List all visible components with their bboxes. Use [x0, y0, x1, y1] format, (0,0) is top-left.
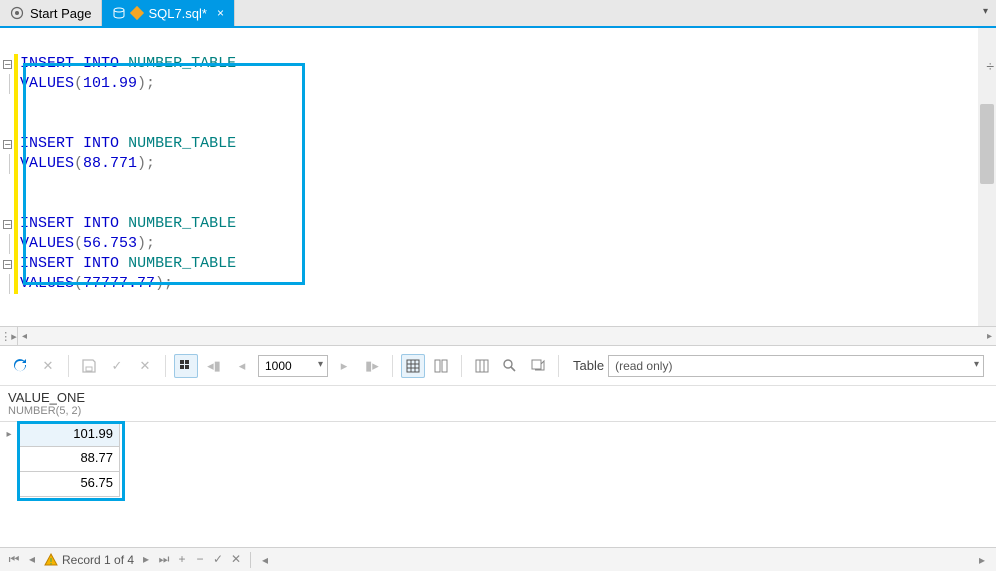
readonly-select[interactable]: (read only) [608, 355, 984, 377]
sql-identifier: NUMBER_TABLE [128, 255, 236, 272]
tab-label: SQL7.sql* [148, 6, 207, 21]
add-row-icon[interactable]: + [174, 552, 190, 567]
nav-first-icon[interactable]: ⏮ [6, 552, 22, 567]
tab-label: Start Page [30, 6, 91, 21]
scroll-left-icon[interactable]: ◂ [18, 331, 31, 342]
sql-number: 88.771 [83, 155, 137, 172]
view-form-button[interactable] [429, 354, 453, 378]
confirm-button[interactable]: ✓ [105, 354, 129, 378]
refresh-button[interactable] [8, 354, 32, 378]
table-row[interactable]: 56.75 [0, 472, 996, 497]
status-bar: ⏮ ◂ Record 1 of 4 ▸ ⏭ + − ✓ ✕ ◂ ▸ [0, 547, 996, 571]
nav-next-icon[interactable]: ▸ [138, 552, 154, 567]
find-button[interactable] [498, 354, 522, 378]
view-table-button[interactable] [401, 354, 425, 378]
sql-keyword: VALUES [20, 155, 74, 172]
nav-next-button[interactable]: ▸ [332, 354, 356, 378]
scrollbar-thumb[interactable] [980, 104, 994, 184]
results-grid[interactable]: VALUE_ONE NUMBER(5, 2) ▸ 101.99 88.77 56… [0, 386, 996, 526]
tab-start-page[interactable]: Start Page [0, 0, 102, 26]
sql-keyword: VALUES [20, 75, 74, 92]
sql-editor[interactable]: INSERT INTO NUMBER_TABLE VALUES(101.99);… [0, 28, 996, 326]
nav-last-button[interactable]: ▮▸ [360, 354, 384, 378]
table-row[interactable]: ▸ 101.99 [0, 422, 996, 447]
close-icon[interactable]: × [217, 6, 224, 20]
reject-button[interactable]: ✕ [133, 354, 157, 378]
sql-keyword: INSERT [20, 135, 74, 152]
row-limit-select[interactable]: 1000 [258, 355, 328, 377]
scroll-right-icon[interactable]: ▸ [983, 331, 996, 342]
sql-keyword: INSERT [20, 215, 74, 232]
sql-file-icon [112, 6, 126, 20]
commit-icon[interactable]: ✓ [210, 552, 226, 567]
nav-prev-icon[interactable]: ◂ [24, 552, 40, 567]
nav-last-icon[interactable]: ⏭ [156, 552, 172, 567]
sql-keyword: INSERT [20, 255, 74, 272]
warning-icon [44, 553, 58, 567]
vertical-scrollbar[interactable]: ÷ [978, 28, 996, 326]
export-button[interactable] [526, 354, 550, 378]
readonly-value: (read only) [615, 359, 672, 373]
record-position-label: Record 1 of 4 [62, 553, 134, 567]
split-icon[interactable]: ÷ [986, 58, 994, 74]
column-name: VALUE_ONE [8, 390, 988, 405]
row-limit-value: 1000 [265, 359, 292, 373]
sql-number: 77777.77 [83, 275, 155, 292]
results-toolbar: ✕ ✓ ✕ ◂▮ ◂ 1000 ▸ ▮▸ Table (read only) [0, 346, 996, 386]
grid-mode-button[interactable] [174, 354, 198, 378]
view-columns-button[interactable] [470, 354, 494, 378]
delete-row-icon[interactable]: − [192, 552, 208, 567]
sql-number: 101.99 [83, 75, 137, 92]
current-row-icon: ▸ [0, 422, 18, 447]
sql-keyword: INTO [83, 135, 119, 152]
scroll-left-icon[interactable]: ◂ [257, 553, 273, 567]
horizontal-scrollbar[interactable]: ⋮▸ ◂ ▸ [0, 326, 996, 346]
nav-first-button[interactable]: ◂▮ [202, 354, 226, 378]
split-handle-icon[interactable]: ⋮▸ [0, 327, 18, 345]
column-type: NUMBER(5, 2) [8, 405, 988, 417]
cancel-button[interactable]: ✕ [36, 354, 60, 378]
sql-identifier: NUMBER_TABLE [128, 135, 236, 152]
object-type-label: Table [573, 358, 604, 373]
table-row[interactable]: 88.77 [0, 447, 996, 472]
sql-keyword: INTO [83, 55, 119, 72]
start-page-icon [10, 6, 24, 20]
sql-number: 56.753 [83, 235, 137, 252]
save-button[interactable] [77, 354, 101, 378]
column-header[interactable]: VALUE_ONE NUMBER(5, 2) [0, 386, 996, 422]
scroll-right-icon[interactable]: ▸ [974, 553, 990, 567]
cell-value[interactable]: 88.77 [18, 447, 120, 472]
cell-value[interactable]: 56.75 [18, 472, 120, 497]
sql-keyword: INTO [83, 255, 119, 272]
sql-keyword: VALUES [20, 235, 74, 252]
tab-bar: Start Page SQL7.sql* × ▾ [0, 0, 996, 28]
sql-keyword: INTO [83, 215, 119, 232]
cell-value[interactable]: 101.99 [18, 422, 120, 447]
sql-identifier: NUMBER_TABLE [128, 55, 236, 72]
sql-keyword: INSERT [20, 55, 74, 72]
rollback-icon[interactable]: ✕ [228, 552, 244, 567]
sql-keyword: VALUES [20, 275, 74, 292]
modified-icon [132, 6, 142, 21]
sql-identifier: NUMBER_TABLE [128, 215, 236, 232]
tab-menu-icon[interactable]: ▾ [983, 6, 988, 17]
nav-prev-button[interactable]: ◂ [230, 354, 254, 378]
tab-sql-file[interactable]: SQL7.sql* × [102, 0, 235, 26]
